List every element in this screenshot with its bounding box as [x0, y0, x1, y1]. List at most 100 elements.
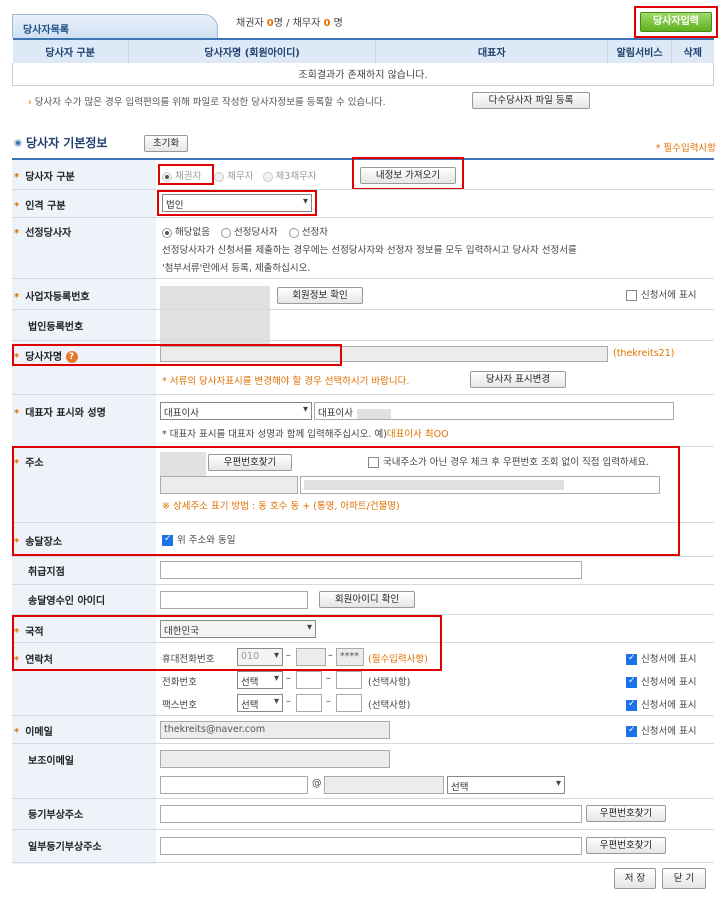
reset-button[interactable]: 초기화: [144, 135, 188, 152]
same-as-address-check[interactable]: 위 주소와 동일: [162, 532, 235, 546]
divider: [12, 829, 714, 830]
divider: [12, 217, 714, 218]
phone-last-input[interactable]: [336, 671, 362, 689]
designated-label: * 선정당사자: [14, 228, 72, 239]
radio-selector[interactable]: 선정자: [288, 227, 328, 238]
empty-message: 조회결과가 존재하지 않습니다.: [12, 63, 714, 86]
divider: [12, 278, 714, 279]
reg-address-input[interactable]: [160, 805, 582, 823]
divider: [12, 614, 714, 615]
zip-search-button[interactable]: 우편번호찾기: [208, 454, 292, 471]
divider: [12, 309, 714, 310]
representative-label: * 대표자 표시와 성명: [14, 408, 106, 419]
bullet-icon: [14, 139, 22, 147]
party-name-note: * 서류의 당사자표시를 변경해야 할 경우 선택하시기 바랍니다.: [162, 376, 410, 387]
fax-last-input[interactable]: [336, 694, 362, 712]
dash: –: [286, 650, 291, 661]
party-type-radios: 채권자 채무자 제3채무자: [162, 168, 317, 182]
bulk-upload-button[interactable]: 다수당사자 파일 등록: [472, 92, 590, 109]
arrow-icon: ›: [28, 97, 32, 108]
creditor-count: 0: [266, 18, 274, 29]
close-button[interactable]: 닫 기: [662, 868, 706, 889]
address-2-input[interactable]: [300, 476, 660, 494]
divider: [12, 715, 714, 716]
receiver-id-check-button[interactable]: 회원아이디 확인: [319, 591, 415, 608]
radio-none[interactable]: 해당없음: [162, 227, 210, 238]
receiver-id-input[interactable]: [160, 591, 308, 609]
mobile-mid-input[interactable]: [296, 648, 326, 666]
designated-radios: 해당없음 선정당사자 선정자: [162, 224, 328, 238]
partial-reg-address-label: 일부등기부상주소: [28, 842, 102, 853]
nationality-label: * 국적: [14, 627, 44, 638]
address-label: * 주소: [14, 458, 44, 469]
phone-label: 전화번호: [162, 677, 197, 688]
table-header-row: 당사자 구분 당사자명 (회원아이디) 대표자 알림서비스 삭제: [12, 38, 714, 63]
fax-show[interactable]: 신청서에 표시: [626, 697, 696, 711]
col-party-name: 당사자명 (회원아이디): [128, 38, 377, 63]
party-name-input[interactable]: [160, 346, 608, 362]
tab-party-list[interactable]: 당사자목록: [12, 14, 218, 38]
party-type-label: * 당사자 구분: [14, 172, 75, 183]
col-delete: 삭제: [671, 38, 714, 63]
mobile-last-input[interactable]: ****: [336, 648, 364, 666]
divider: [12, 522, 714, 523]
bulk-notice: › 당사자 수가 많은 경우 입력편의를 위해 파일로 작성한 당사자정보를 등록…: [28, 94, 386, 108]
email-show[interactable]: 신청서에 표시: [626, 723, 696, 737]
phone-prefix-select[interactable]: 선택: [237, 671, 283, 689]
representative-input[interactable]: 대표이사: [314, 402, 674, 420]
biz-no-show[interactable]: 신청서에 표시: [626, 287, 696, 301]
branch-input[interactable]: [160, 561, 582, 579]
divider: [12, 556, 714, 557]
dash: –: [286, 673, 291, 684]
bulk-notice-text: 당사자 수가 많은 경우 입력편의를 위해 파일로 작성한 당사자정보를 등록할…: [34, 97, 386, 108]
sub-email-id-input[interactable]: [160, 776, 308, 794]
representative-select[interactable]: 대표이사: [160, 402, 312, 420]
member-info-check-button[interactable]: 회원정보 확인: [277, 287, 363, 304]
partial-reg-address-input[interactable]: [160, 837, 582, 855]
save-button[interactable]: 저 장: [614, 868, 656, 889]
change-party-display-button[interactable]: 당사자 표시변경: [470, 371, 566, 388]
counts-mid: 명 / 채무자: [273, 18, 324, 29]
divider: [12, 584, 714, 585]
col-party-type: 당사자 구분: [12, 38, 129, 63]
phone-show[interactable]: 신청서에 표시: [626, 674, 696, 688]
nationality-select[interactable]: 대한민국: [160, 620, 316, 638]
reg-zip-search-button[interactable]: 우편번호찾기: [586, 805, 666, 822]
divider: [12, 862, 714, 863]
address-1-input[interactable]: [160, 476, 298, 494]
counts-prefix: 채권자: [236, 18, 267, 29]
mobile-prefix-select[interactable]: 010: [237, 648, 283, 666]
sub-email-label: 보조이메일: [28, 756, 74, 767]
fax-prefix-select[interactable]: 선택: [237, 694, 283, 712]
fax-mid-input[interactable]: [296, 694, 322, 712]
foreign-address-check[interactable]: 국내주소가 아닌 경우 체크 후 우편번호 조회 없이 직접 입력하세요.: [368, 454, 649, 468]
sub-email-domain-input[interactable]: [324, 776, 444, 794]
person-type-select[interactable]: 법인: [162, 194, 312, 212]
radio-creditor[interactable]: 채권자: [162, 171, 201, 182]
reg-address-label: 등기부상주소: [28, 810, 84, 821]
radio-debtor[interactable]: 채무자: [214, 171, 254, 182]
party-counts: 채권자 0명 / 채무자 0 명: [236, 14, 343, 29]
dash: –: [326, 696, 331, 707]
divider: [12, 743, 714, 744]
radio-designated[interactable]: 선정당사자: [221, 227, 278, 238]
load-my-info-button[interactable]: 내정보 가져오기: [360, 167, 456, 184]
col-representative: 대표자: [375, 38, 609, 63]
address-note: ※ 상세주소 표기 방법 : 동 호수 동 + (통명, 아파트/건물명): [162, 501, 400, 512]
divider: [12, 642, 714, 643]
tab-title: 당사자목록: [23, 25, 69, 36]
fax-hint: (선택사항): [368, 700, 411, 711]
radio-third-debtor[interactable]: 제3채무자: [262, 171, 317, 182]
add-party-button[interactable]: 당사자입력: [640, 12, 712, 32]
sub-email-domain-select[interactable]: 선택: [447, 776, 565, 794]
person-type-label: * 인격 구분: [14, 201, 66, 212]
mobile-hint: (필수입력사항): [368, 654, 428, 665]
phone-hint: (선택사항): [368, 677, 411, 688]
help-icon[interactable]: ?: [65, 351, 78, 363]
partial-reg-zip-search-button[interactable]: 우편번호찾기: [586, 837, 666, 854]
phone-mid-input[interactable]: [296, 671, 322, 689]
biz-no-value: [160, 286, 270, 346]
email-input[interactable]: thekreits@naver.com: [160, 721, 390, 739]
table-row: 조회결과가 존재하지 않습니다.: [12, 63, 714, 86]
mobile-show[interactable]: 신청서에 표시: [626, 651, 696, 665]
